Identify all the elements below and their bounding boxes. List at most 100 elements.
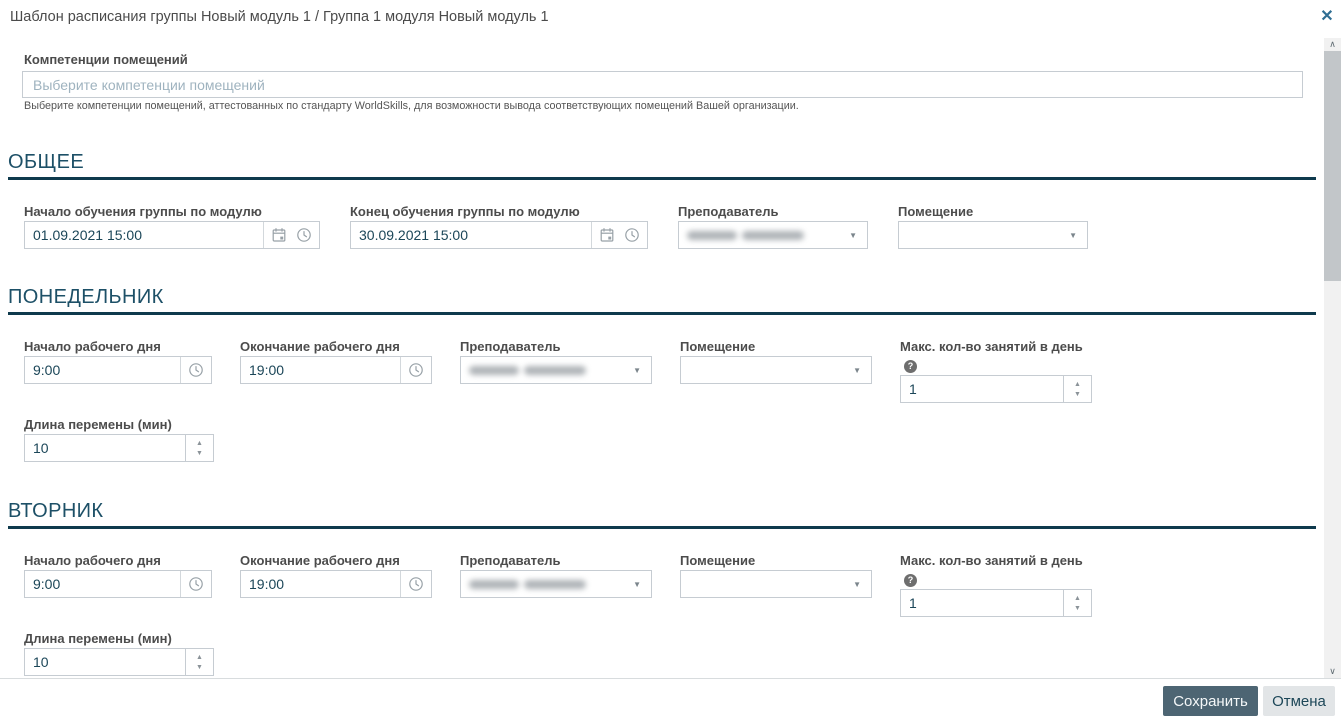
room-label: Помещение: [898, 202, 1088, 221]
work-start-field: Начало рабочего дня: [24, 551, 212, 598]
max-lessons-label: Макс. кол-во занятий в день?: [900, 551, 1092, 589]
chevron-down-icon: ▼: [853, 366, 861, 375]
room-field: Помещение ▼: [680, 551, 872, 598]
scrollbar-down-icon[interactable]: ∨: [1324, 665, 1341, 678]
work-end-field: Окончание рабочего дня: [240, 551, 432, 598]
break-length-value[interactable]: [25, 435, 185, 461]
break-length-number-input[interactable]: ▲ ▼: [24, 434, 214, 462]
work-end-value[interactable]: [241, 571, 400, 597]
work-end-label: Окончание рабочего дня: [240, 337, 432, 356]
help-icon[interactable]: ?: [904, 360, 917, 373]
time-picker-icon[interactable]: [400, 571, 431, 597]
module-start-field: Начало обучения группы по модулю: [24, 202, 320, 249]
module-end-label: Конец обучения группы по модулю: [350, 202, 648, 221]
work-end-label: Окончание рабочего дня: [240, 551, 432, 570]
stepper-up-icon[interactable]: ▲: [196, 654, 203, 661]
teacher-label: Преподаватель: [460, 551, 652, 570]
section-heading-general: ОБЩЕЕ: [8, 151, 84, 173]
work-end-time-input[interactable]: [240, 356, 432, 384]
stepper-up-icon[interactable]: ▲: [196, 440, 203, 447]
work-start-time-input[interactable]: [24, 570, 212, 598]
work-end-field: Окончание рабочего дня: [240, 337, 432, 384]
max-lessons-value[interactable]: [901, 590, 1063, 616]
close-icon[interactable]: ✕: [1317, 7, 1337, 27]
chevron-down-icon: ▼: [1069, 231, 1077, 240]
room-select[interactable]: ▼: [680, 570, 872, 598]
chevron-down-icon: ▼: [633, 366, 641, 375]
module-start-value[interactable]: [25, 222, 263, 248]
clock-icon[interactable]: [408, 576, 424, 592]
teacher-select[interactable]: ▼: [678, 221, 868, 249]
chevron-down-icon: ▼: [633, 580, 641, 589]
section-divider: [8, 526, 1316, 529]
time-picker-icon[interactable]: [180, 571, 211, 597]
room-select[interactable]: ▼: [680, 356, 872, 384]
room-field: Помещение ▼: [680, 337, 872, 384]
stepper-up-icon[interactable]: ▲: [1074, 595, 1081, 602]
teacher-field: Преподаватель ▼: [678, 202, 868, 249]
teacher-label: Преподаватель: [678, 202, 868, 221]
work-start-value[interactable]: [25, 571, 180, 597]
section-heading-monday: ПОНЕДЕЛЬНИК: [8, 286, 164, 308]
module-end-field: Конец обучения группы по модулю: [350, 202, 648, 249]
stepper-up-icon[interactable]: ▲: [1074, 381, 1081, 388]
scrollbar-thumb[interactable]: [1324, 51, 1341, 281]
help-icon[interactable]: ?: [904, 574, 917, 587]
module-start-label: Начало обучения группы по модулю: [24, 202, 320, 221]
break-length-label: Длина перемены (мин): [24, 629, 214, 648]
break-length-value[interactable]: [25, 649, 185, 675]
clock-icon[interactable]: [188, 576, 204, 592]
room-label: Помещение: [680, 551, 872, 570]
break-length-label: Длина перемены (мин): [24, 415, 214, 434]
clock-icon[interactable]: [296, 227, 312, 243]
room-select[interactable]: ▼: [898, 221, 1088, 249]
datetime-picker-icons[interactable]: [263, 222, 319, 248]
clock-icon[interactable]: [624, 227, 640, 243]
stepper-down-icon[interactable]: ▼: [196, 664, 203, 671]
teacher-select[interactable]: ▼: [460, 356, 652, 384]
work-start-field: Начало рабочего дня: [24, 337, 212, 384]
calendar-icon[interactable]: [599, 227, 615, 243]
module-end-value[interactable]: [351, 222, 591, 248]
work-start-label: Начало рабочего дня: [24, 337, 212, 356]
teacher-field: Преподаватель ▼: [460, 337, 652, 384]
break-length-field: Длина перемены (мин) ▲ ▼: [24, 415, 214, 462]
max-lessons-number-input[interactable]: ▲ ▼: [900, 375, 1092, 403]
blurred-teacher-name: [469, 366, 586, 375]
stepper-down-icon[interactable]: ▼: [1074, 605, 1081, 612]
stepper-down-icon[interactable]: ▼: [1074, 391, 1081, 398]
scrollbar-up-icon[interactable]: ∧: [1324, 38, 1341, 51]
cancel-button[interactable]: Отмена: [1263, 686, 1335, 716]
datetime-picker-icons[interactable]: [591, 222, 647, 248]
stepper-down-icon[interactable]: ▼: [196, 450, 203, 457]
number-stepper[interactable]: ▲ ▼: [1063, 376, 1091, 402]
work-start-value[interactable]: [25, 357, 180, 383]
section-heading-tuesday: ВТОРНИК: [8, 500, 104, 522]
clock-icon[interactable]: [408, 362, 424, 378]
vertical-scrollbar[interactable]: ∧ ∨: [1324, 38, 1341, 678]
max-lessons-number-input[interactable]: ▲ ▼: [900, 589, 1092, 617]
work-end-time-input[interactable]: [240, 570, 432, 598]
teacher-select[interactable]: ▼: [460, 570, 652, 598]
work-start-time-input[interactable]: [24, 356, 212, 384]
module-end-datetime-input[interactable]: [350, 221, 648, 249]
number-stepper[interactable]: ▲ ▼: [185, 649, 213, 675]
time-picker-icon[interactable]: [400, 357, 431, 383]
clock-icon[interactable]: [188, 362, 204, 378]
module-start-datetime-input[interactable]: [24, 221, 320, 249]
chevron-down-icon: ▼: [853, 580, 861, 589]
room-field: Помещение ▼: [898, 202, 1088, 249]
blurred-teacher-name: [687, 231, 804, 240]
work-end-value[interactable]: [241, 357, 400, 383]
break-length-number-input[interactable]: ▲ ▼: [24, 648, 214, 676]
competencies-input[interactable]: [22, 71, 1303, 98]
competencies-help-text: Выберите компетенции помещений, аттестов…: [24, 100, 799, 112]
number-stepper[interactable]: ▲ ▼: [185, 435, 213, 461]
save-button[interactable]: Сохранить: [1163, 686, 1258, 716]
calendar-icon[interactable]: [271, 227, 287, 243]
time-picker-icon[interactable]: [180, 357, 211, 383]
teacher-label: Преподаватель: [460, 337, 652, 356]
max-lessons-field: Макс. кол-во занятий в день? ▲ ▼: [900, 551, 1092, 617]
max-lessons-value[interactable]: [901, 376, 1063, 402]
number-stepper[interactable]: ▲ ▼: [1063, 590, 1091, 616]
